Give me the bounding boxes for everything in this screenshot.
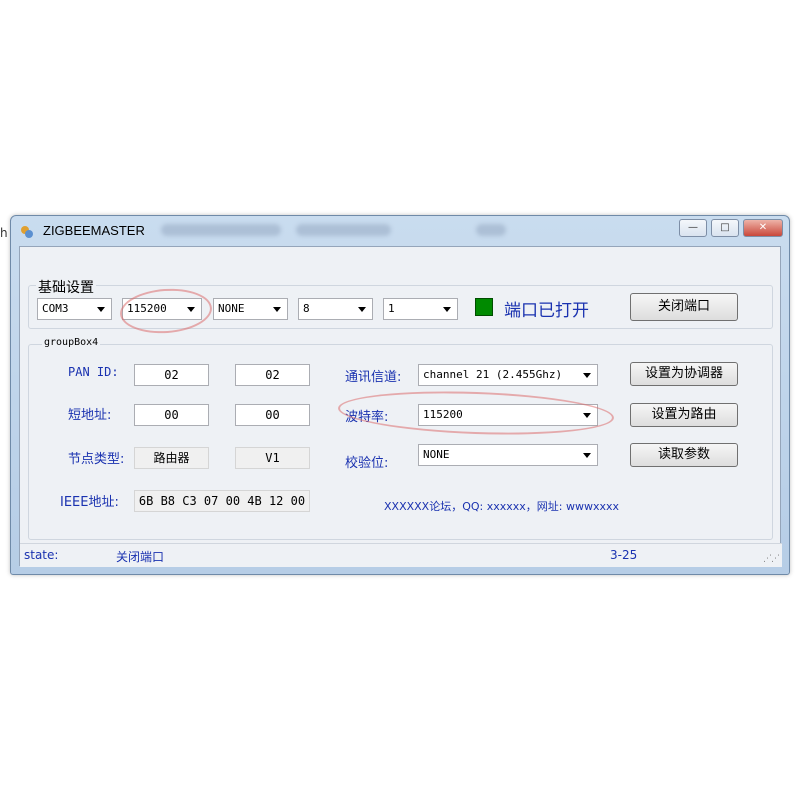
resize-grip-icon[interactable]: ⋰⋰ [763,554,780,564]
status-counter: 3-25 [610,548,638,562]
chevron-down-icon [443,307,451,312]
version-field: V1 [235,447,310,469]
channel-select-value: channel 21 (2.455Ghz) [423,368,563,381]
chevron-down-icon [358,307,366,312]
parity-select-value: NONE [218,302,245,315]
short-address-field-1[interactable]: 00 [134,404,209,426]
blurred-title-region [296,224,391,236]
outside-stub-text: h [0,226,8,240]
parity-label: 校验位: [345,456,389,471]
app-icon [21,226,33,238]
ieee-address-field: 6B B8 C3 07 00 4B 12 00 [134,490,310,512]
forum-info-text: XXXXXX论坛，QQ: xxxxxx，网址: wwwxxxx [384,500,620,513]
ieee-address-label: IEEE地址: [60,495,119,510]
blurred-title-region [476,224,506,236]
chevron-down-icon [583,373,591,378]
short-address-label: 短地址: [68,408,112,423]
state-label: state: [24,548,59,562]
pan-id-label: PAN ID: [68,365,119,379]
pan-id-field-2[interactable]: 02 [235,364,310,386]
window-title: ZIGBEEMASTER [43,223,145,238]
read-params-button[interactable]: 读取参数 [630,443,738,467]
chevron-down-icon [97,307,105,312]
title-bar[interactable]: ZIGBEEMASTER — □ ✕ [11,216,789,246]
maximize-button[interactable]: □ [711,219,739,237]
state-value: 关闭端口 [116,550,165,564]
short-address-field-2[interactable]: 00 [235,404,310,426]
status-bar: state: 关闭端口 3-25 ⋰⋰ [20,543,782,567]
databits-select-value: 8 [303,302,310,315]
minimize-button[interactable]: — [679,219,707,237]
parity-bit-select-value: NONE [423,448,450,461]
channel-label: 通讯信道: [345,370,402,385]
databits-select[interactable]: 8 [298,298,373,320]
channel-select[interactable]: channel 21 (2.455Ghz) [418,364,598,386]
groupbox4-title: groupBox4 [42,337,101,348]
set-coordinator-button[interactable]: 设置为协调器 [630,362,738,386]
close-button[interactable]: ✕ [743,219,783,237]
node-type-field: 路由器 [134,447,209,469]
node-type-label: 节点类型: [68,452,125,467]
parity-bit-select[interactable]: NONE [418,444,598,466]
client-area: 基础设置 COM3 115200 NONE 8 1 端口已打开 关闭端口 gro… [19,246,782,567]
main-window: ZIGBEEMASTER — □ ✕ 基础设置 COM3 115200 NONE… [10,215,790,575]
chevron-down-icon [583,453,591,458]
port-select-value: COM3 [42,302,69,315]
close-port-button[interactable]: 关闭端口 [630,293,738,321]
port-status-indicator [475,298,493,316]
base-settings-title: 基础设置 [36,277,96,297]
chevron-down-icon [273,307,281,312]
stopbits-select-value: 1 [388,302,395,315]
port-select[interactable]: COM3 [37,298,112,320]
set-router-button[interactable]: 设置为路由 [630,403,738,427]
stopbits-select[interactable]: 1 [383,298,458,320]
blurred-title-region [161,224,281,236]
port-status-text: 端口已打开 [504,301,589,321]
pan-id-field-1[interactable]: 02 [134,364,209,386]
parity-select[interactable]: NONE [213,298,288,320]
